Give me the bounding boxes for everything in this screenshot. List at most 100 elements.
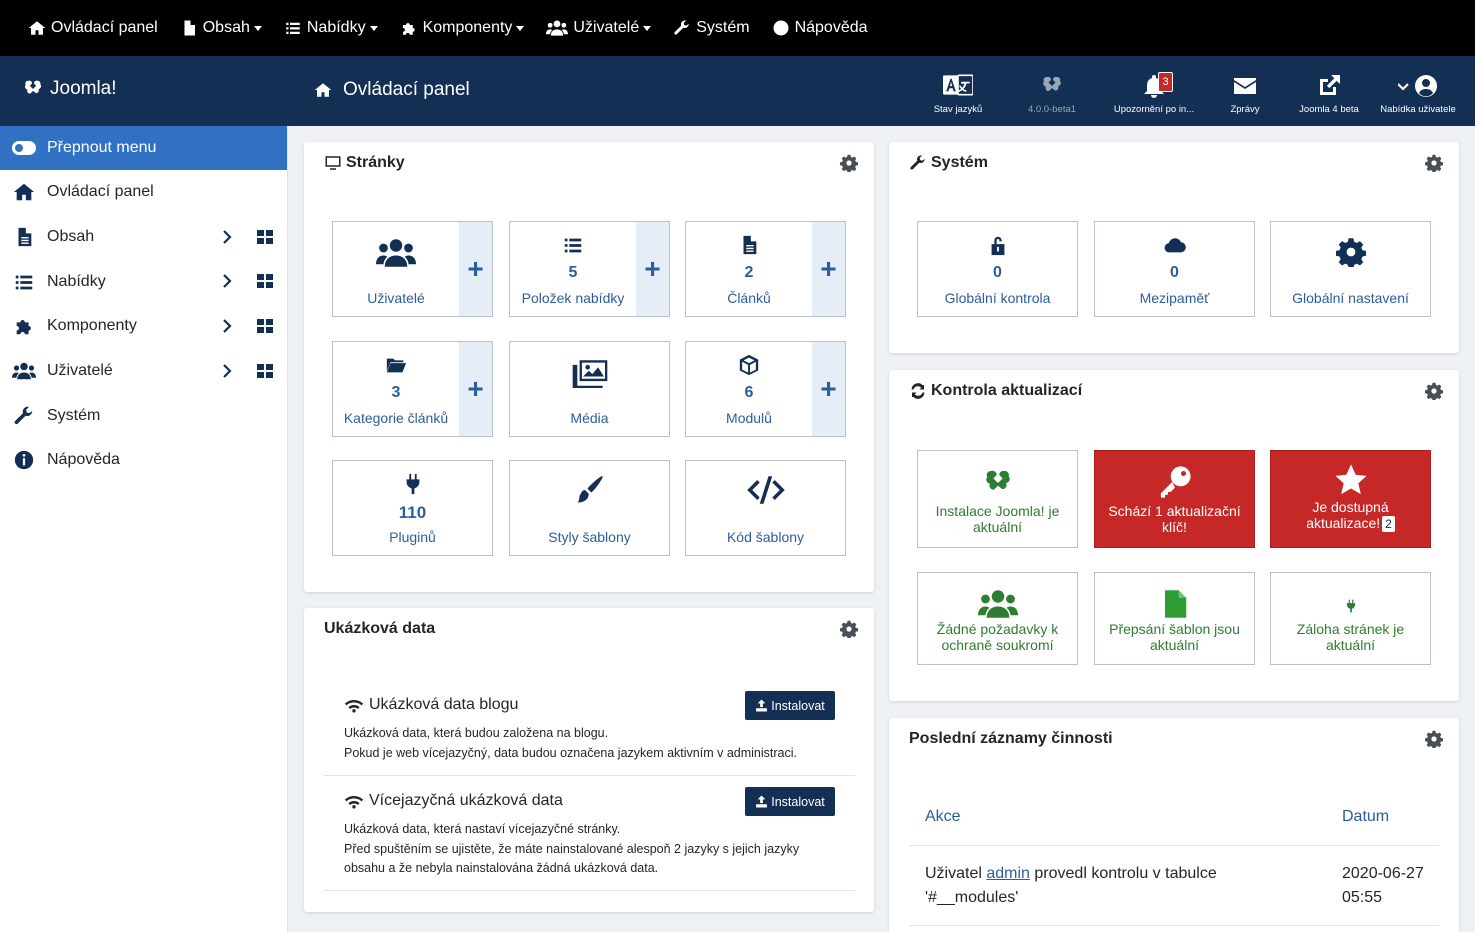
chevron-right-icon[interactable] bbox=[219, 229, 235, 245]
version-button[interactable]: 4.0.0-beta1 bbox=[1024, 74, 1080, 115]
cloud-icon bbox=[1161, 234, 1189, 256]
joomla-icon bbox=[982, 467, 1014, 499]
column-header-action[interactable]: Akce bbox=[925, 808, 961, 826]
sync-icon bbox=[909, 382, 927, 400]
tile-update-available[interactable]: Je dostupná aktualizace! 2 bbox=[1270, 450, 1431, 548]
tile-site-backup[interactable]: Záloha stránek je aktuální bbox=[1270, 572, 1431, 665]
tile-plugins[interactable]: 110 Pluginů bbox=[332, 460, 493, 556]
gear-icon[interactable] bbox=[840, 154, 858, 172]
dashboard-grid-icon[interactable] bbox=[257, 273, 273, 289]
tile-global-checkin[interactable]: 0 Globální kontrola bbox=[917, 221, 1078, 317]
paint-brush-icon bbox=[575, 475, 605, 505]
unlock-icon bbox=[987, 234, 1009, 256]
divider bbox=[909, 845, 1439, 846]
key-icon bbox=[1158, 465, 1192, 499]
dashboard-grid-icon[interactable] bbox=[257, 318, 273, 334]
card-title: Poslední záznamy činnosti bbox=[909, 730, 1113, 747]
translate-icon bbox=[943, 74, 973, 96]
toggle-menu-button[interactable]: Přepnout menu bbox=[0, 126, 287, 170]
tile-menu-items[interactable]: 5 Položek nabídky + bbox=[509, 221, 670, 317]
sidebar-item-dashboard[interactable]: Ovládací panel bbox=[0, 170, 287, 215]
topmenu-dashboard[interactable]: Ovládací panel bbox=[28, 19, 158, 37]
code-icon bbox=[746, 475, 786, 505]
tile-template-styles[interactable]: Styly šablony bbox=[509, 460, 670, 556]
caret-down-icon bbox=[643, 25, 652, 31]
tile-joomla-update[interactable]: Instalace Joomla! je aktuální bbox=[917, 450, 1078, 548]
sample-data-item: Ukázková data blogu Instalovat Ukázková … bbox=[324, 690, 855, 776]
home-icon bbox=[13, 181, 35, 203]
joomla4-beta-button[interactable]: Joomla 4 beta bbox=[1296, 74, 1362, 115]
topmenu-components[interactable]: Komponenty bbox=[400, 19, 525, 37]
topmenu-help[interactable]: Nápověda bbox=[772, 19, 868, 37]
tile-template-overrides[interactable]: Přepsání šablon jsou aktuální bbox=[1094, 572, 1255, 665]
joomla-icon bbox=[22, 78, 44, 100]
gear-icon[interactable] bbox=[840, 620, 858, 638]
tile-modules[interactable]: 6 Modulů + bbox=[685, 341, 846, 437]
topmenu-content[interactable]: Obsah bbox=[180, 19, 262, 37]
sidebar-item-components[interactable]: Komponenty bbox=[0, 304, 287, 349]
chevron-right-icon[interactable] bbox=[219, 318, 235, 334]
puzzle-icon bbox=[13, 315, 35, 337]
sidebar-item-users[interactable]: Uživatelé bbox=[0, 349, 287, 394]
user-menu-button[interactable]: Nabídka uživatele bbox=[1378, 74, 1458, 115]
chevron-right-icon[interactable] bbox=[219, 363, 235, 379]
external-link-icon bbox=[1317, 74, 1341, 98]
wrench-icon bbox=[673, 19, 691, 37]
notification-count-badge: 3 bbox=[1158, 72, 1173, 92]
backup-icon bbox=[1344, 599, 1358, 613]
tile-missing-update-key[interactable]: Schází 1 aktualizační klíč! bbox=[1094, 450, 1255, 548]
plug-icon bbox=[402, 473, 424, 495]
gear-icon[interactable] bbox=[1425, 382, 1443, 400]
add-user-button[interactable]: + bbox=[459, 222, 492, 316]
user-link[interactable]: admin bbox=[986, 865, 1030, 882]
user-circle-icon bbox=[1398, 74, 1438, 98]
add-module-button[interactable]: + bbox=[812, 342, 845, 436]
gear-icon[interactable] bbox=[1425, 730, 1443, 748]
dashboard-grid-icon[interactable] bbox=[257, 229, 273, 245]
install-button[interactable]: Instalovat bbox=[745, 787, 835, 816]
sidebar: Přepnout menu Ovládací panel Obsah Nabíd… bbox=[0, 126, 288, 932]
chevron-right-icon[interactable] bbox=[219, 273, 235, 289]
notifications-button[interactable]: 3 Upozornění po in... bbox=[1112, 72, 1196, 115]
list-icon bbox=[13, 271, 35, 293]
file-icon bbox=[1160, 587, 1190, 621]
tile-articles[interactable]: 2 Článků + bbox=[685, 221, 846, 317]
joomla-logo[interactable]: Joomla! bbox=[22, 78, 117, 100]
file-icon bbox=[738, 234, 760, 256]
tile-template-code[interactable]: Kód šablony bbox=[685, 460, 846, 556]
monitor-icon bbox=[324, 154, 342, 172]
topmenu-menus[interactable]: Nabídky bbox=[284, 19, 378, 37]
language-status-button[interactable]: Stav jazyků bbox=[931, 74, 985, 115]
file-icon bbox=[13, 226, 35, 248]
tile-media[interactable]: Média bbox=[509, 341, 670, 437]
install-button[interactable]: Instalovat bbox=[745, 691, 835, 720]
dashboard-grid-icon[interactable] bbox=[257, 363, 273, 379]
sidebar-item-menus[interactable]: Nabídky bbox=[0, 259, 287, 304]
topmenu-system[interactable]: Systém bbox=[673, 19, 750, 37]
topmenu-users[interactable]: Uživatelé bbox=[546, 19, 652, 37]
tile-privacy-requests[interactable]: Žádné požadavky k ochraně soukromí bbox=[917, 572, 1078, 665]
tile-categories[interactable]: 3 Kategorie článků + bbox=[332, 341, 493, 437]
tile-global-configuration[interactable]: Globální nastavení bbox=[1270, 221, 1431, 317]
add-article-button[interactable]: + bbox=[812, 222, 845, 316]
sample-data-description: Před spuštěním se ujistěte, že máte nain… bbox=[344, 841, 800, 876]
gear-icon bbox=[1336, 237, 1366, 267]
add-category-button[interactable]: + bbox=[459, 342, 492, 436]
sample-data-name: Vícejazyčná ukázková data bbox=[344, 792, 563, 810]
messages-button[interactable]: Zprávy bbox=[1226, 74, 1264, 115]
users-icon bbox=[376, 238, 416, 268]
users-icon bbox=[546, 19, 568, 37]
upload-icon bbox=[755, 699, 768, 712]
add-menu-item-button[interactable]: + bbox=[636, 222, 669, 316]
cube-icon bbox=[738, 354, 760, 376]
column-header-date[interactable]: Datum bbox=[1342, 808, 1389, 826]
sidebar-item-help[interactable]: Nápověda bbox=[0, 438, 287, 483]
upload-icon bbox=[755, 795, 768, 808]
sidebar-item-system[interactable]: Systém bbox=[0, 393, 287, 438]
gear-icon[interactable] bbox=[1425, 154, 1443, 172]
tile-cache[interactable]: 0 Mezipaměť bbox=[1094, 221, 1255, 317]
tile-users[interactable]: Uživatelé + bbox=[332, 221, 493, 317]
file-icon bbox=[180, 19, 198, 37]
wifi-icon bbox=[344, 793, 364, 809]
sidebar-item-content[interactable]: Obsah bbox=[0, 215, 287, 260]
